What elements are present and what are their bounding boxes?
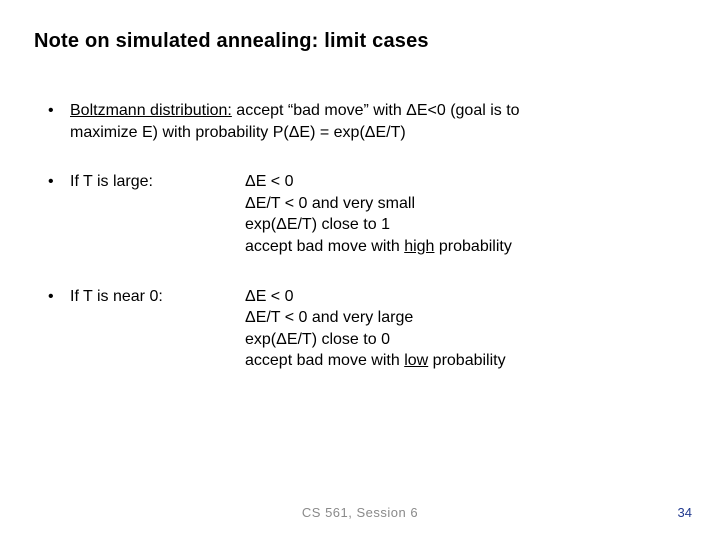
t-near-zero-line-4b: probability — [428, 352, 505, 369]
t-large-line-2: ΔE/T < 0 and very small — [245, 195, 415, 212]
page-number: 34 — [678, 505, 692, 520]
slide-body: Boltzmann distribution: accept “bad move… — [42, 100, 682, 400]
t-near-zero-line-3: exp(ΔE/T) close to 0 — [245, 331, 390, 348]
t-large-highlight: high — [404, 238, 434, 255]
t-large-label: If T is large: — [70, 171, 245, 193]
bullet-boltzmann: Boltzmann distribution: accept “bad move… — [42, 100, 682, 143]
t-near-zero-line-2: ΔE/T < 0 and very large — [245, 309, 413, 326]
boltzmann-text-2: maximize E) with probability P(ΔE) = exp… — [70, 124, 406, 141]
t-near-zero-line-1: ΔE < 0 — [245, 288, 294, 305]
t-large-detail: ΔE < 0 ΔE/T < 0 and very small exp(ΔE/T)… — [245, 171, 682, 257]
t-near-zero-label: If T is near 0: — [70, 286, 245, 308]
t-large-line-1: ΔE < 0 — [245, 173, 294, 190]
boltzmann-text-1: accept “bad move” with ΔE<0 (goal is to — [232, 102, 520, 119]
boltzmann-term: Boltzmann distribution: — [70, 102, 232, 119]
title-underline-stripes — [53, 60, 720, 82]
t-large-line-4a: accept bad move with — [245, 238, 404, 255]
t-large-line-3: exp(ΔE/T) close to 1 — [245, 216, 390, 233]
t-near-zero-highlight: low — [404, 352, 428, 369]
t-near-zero-line-4a: accept bad move with — [245, 352, 404, 369]
t-near-zero-detail: ΔE < 0 ΔE/T < 0 and very large exp(ΔE/T)… — [245, 286, 682, 372]
t-large-line-4b: probability — [434, 238, 511, 255]
slide: Note on simulated annealing: limit cases… — [0, 0, 720, 540]
slide-title: Note on simulated annealing: limit cases — [34, 30, 429, 53]
bullet-t-large: If T is large: ΔE < 0 ΔE/T < 0 and very … — [42, 171, 682, 257]
footer-text: CS 561, Session 6 — [0, 505, 720, 520]
bullet-t-near-zero: If T is near 0: ΔE < 0 ΔE/T < 0 and very… — [42, 286, 682, 372]
